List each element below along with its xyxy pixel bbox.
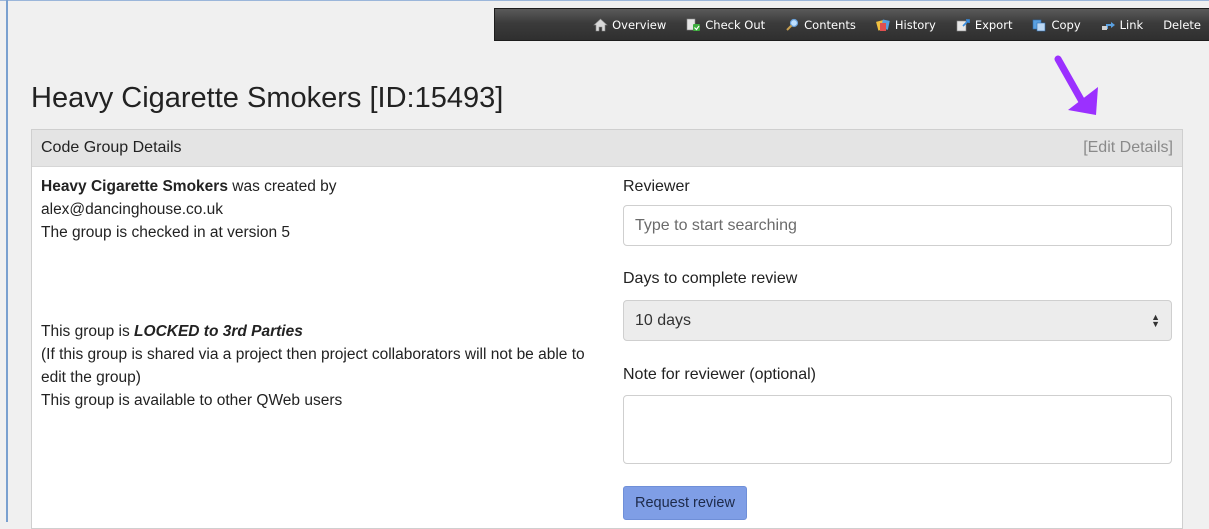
magnifier-icon bbox=[785, 18, 800, 32]
check-out-icon bbox=[686, 18, 701, 32]
request-review-button[interactable]: Request review bbox=[623, 486, 747, 520]
annotation-arrow-icon bbox=[1054, 55, 1098, 115]
toolbar-link-label: Link bbox=[1119, 17, 1144, 32]
toolbar-link[interactable]: Link bbox=[1101, 17, 1144, 32]
locked-line: This group is LOCKED to 3rd Parties bbox=[41, 320, 596, 343]
panel-header: Code Group Details [Edit Details] bbox=[32, 130, 1182, 167]
page-title: Heavy Cigarette Smokers [ID:15493] bbox=[31, 82, 504, 114]
version-text: The group is checked in at version 5 bbox=[41, 224, 290, 241]
toolbar-check-out-label: Check Out bbox=[705, 17, 766, 32]
days-selected-value: 10 days bbox=[635, 311, 692, 329]
toolbar-export-label: Export bbox=[974, 17, 1013, 32]
link-icon bbox=[1101, 18, 1116, 32]
days-label: Days to complete review bbox=[623, 270, 798, 287]
top-toolbar: Overview Check Out Contents History Expo… bbox=[494, 8, 1209, 41]
toolbar-contents[interactable]: Contents bbox=[785, 18, 856, 32]
group-info: Heavy Cigarette Smokers was created by a… bbox=[41, 175, 596, 412]
toolbar-copy[interactable]: Copy bbox=[1032, 17, 1081, 32]
review-form: Reviewer Days to complete review 10 days… bbox=[623, 175, 1174, 520]
toolbar-check-out[interactable]: Check Out bbox=[686, 18, 765, 32]
created-by-text: was created by bbox=[227, 178, 337, 195]
group-name: Heavy Cigarette Smokers bbox=[41, 178, 228, 195]
note-label: Note for reviewer (optional) bbox=[623, 366, 816, 383]
toolbar-history[interactable]: History bbox=[875, 17, 936, 32]
toolbar-copy-label: Copy bbox=[1051, 17, 1081, 32]
toolbar-contents-label: Contents bbox=[804, 17, 856, 32]
window-top-border bbox=[0, 0, 1209, 1]
window-left-border bbox=[6, 0, 8, 522]
locked-note: (If this group is shared via a project t… bbox=[41, 346, 585, 386]
copy-icon bbox=[1032, 18, 1047, 32]
edit-details-link[interactable]: [Edit Details] bbox=[1083, 139, 1173, 157]
toolbar-delete[interactable]: Delete bbox=[1163, 18, 1201, 32]
created-by-line: Heavy Cigarette Smokers was created by bbox=[41, 175, 596, 198]
reviewer-note-textarea[interactable] bbox=[623, 395, 1172, 464]
creator-email: alex@dancinghouse.co.uk bbox=[41, 201, 224, 218]
toolbar-delete-label: Delete bbox=[1163, 17, 1201, 32]
history-icon bbox=[875, 18, 891, 32]
reviewer-label: Reviewer bbox=[623, 178, 690, 195]
export-icon bbox=[956, 18, 971, 32]
availability-text: This group is available to other QWeb us… bbox=[41, 392, 343, 409]
code-group-details-panel: Code Group Details [Edit Details] Heavy … bbox=[31, 129, 1183, 529]
reviewer-search-input[interactable] bbox=[623, 205, 1172, 246]
home-icon bbox=[593, 18, 608, 32]
toolbar-overview-label: Overview bbox=[612, 17, 667, 32]
locked-prefix: This group is bbox=[41, 323, 135, 340]
locked-status: LOCKED to 3rd Parties bbox=[134, 323, 303, 340]
days-select[interactable]: 10 days ▲ ▼ bbox=[623, 300, 1172, 341]
toolbar-export[interactable]: Export bbox=[956, 17, 1013, 32]
select-updown-icon: ▲ ▼ bbox=[1151, 311, 1160, 329]
toolbar-overview[interactable]: Overview bbox=[593, 18, 666, 32]
panel-title: Code Group Details bbox=[41, 139, 182, 156]
toolbar-history-label: History bbox=[894, 17, 936, 32]
